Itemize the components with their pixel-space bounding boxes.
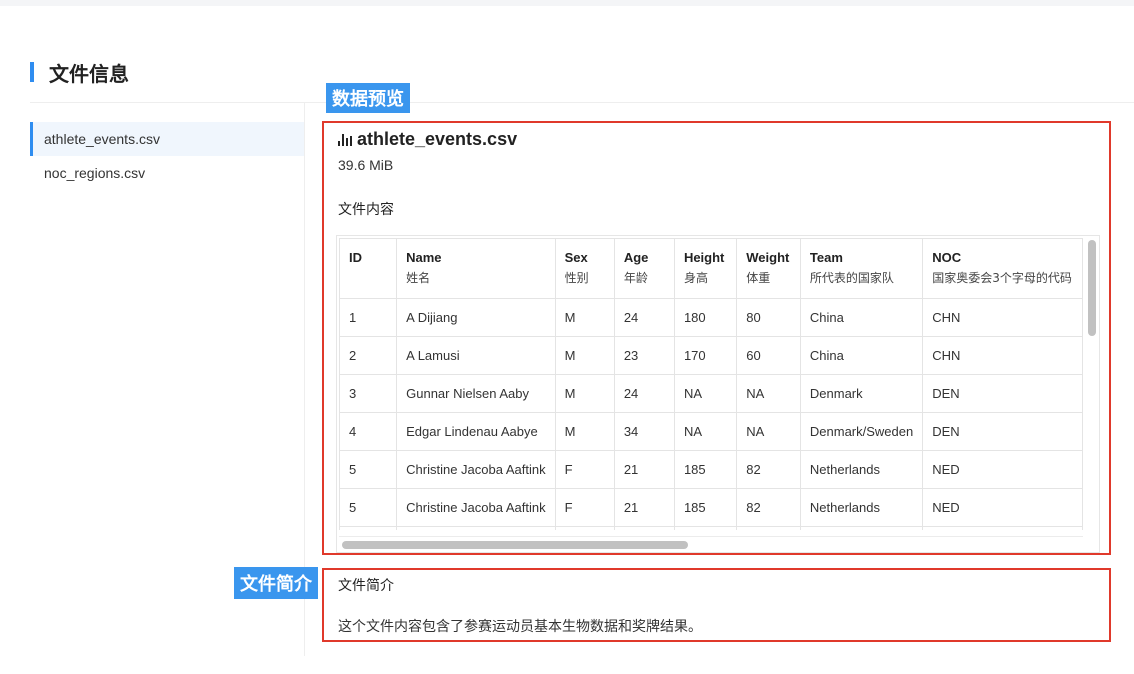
column-header-id: ID <box>339 238 398 299</box>
table-cell: F <box>554 488 615 527</box>
table-cell: NA <box>673 412 738 451</box>
callout-data-preview: 数据预览 <box>326 83 410 113</box>
table-cell: 21 <box>613 450 675 489</box>
table-row: 4 Edgar Lindenau Aabye M 34 NA NA Denmar… <box>339 412 1083 451</box>
table-cell: 80 <box>736 298 801 337</box>
description-text: 这个文件内容包含了参赛运动员基本生物数据和奖牌结果。 <box>338 619 702 635</box>
table-cell: Gunnar Nielsen Aaby <box>396 374 556 413</box>
table-cell: Edgar Lindenau Aabye <box>396 412 556 451</box>
column-header-weight: Weight 体重 <box>736 238 801 299</box>
column-header-age: Age 年龄 <box>613 238 675 299</box>
table-cell: 34 <box>613 412 675 451</box>
table-cell: 60 <box>736 336 801 375</box>
table-cell: CHN <box>922 298 1083 337</box>
horizontal-scroll-thumb[interactable] <box>342 541 688 549</box>
table-cell: NED <box>922 450 1083 489</box>
table-cell: 82 <box>736 450 801 489</box>
section-header: 文件信息 <box>30 60 129 86</box>
file-size: 39.6 MiB <box>338 157 394 173</box>
file-list: athlete_events.csv noc_regions.csv <box>30 122 304 190</box>
table-cell: CHN <box>922 336 1083 375</box>
file-name: athlete_events.csv <box>357 129 518 149</box>
table-cell: 21 <box>613 488 675 527</box>
table-cell: 4 <box>339 412 398 451</box>
table-cell: 185 <box>673 450 738 489</box>
content-title: 文件内容 <box>338 202 394 218</box>
table-cell: NA <box>673 374 738 413</box>
table-cell <box>554 526 615 530</box>
horizontal-scrollbar[interactable] <box>339 536 1083 550</box>
table-cell <box>799 526 924 530</box>
description-title: 文件简介 <box>338 578 394 594</box>
table-cell <box>736 526 801 530</box>
table-cell: A Lamusi <box>396 336 556 375</box>
header-divider <box>30 102 1134 103</box>
data-preview-panel: athlete_events.csv 39.6 MiB 文件内容 ID Name… <box>322 121 1111 555</box>
table-cell: NA <box>736 412 801 451</box>
table-cell: DEN <box>922 374 1083 413</box>
top-bar <box>0 0 1134 6</box>
table-cell: 170 <box>673 336 738 375</box>
table-cell <box>613 526 675 530</box>
table-cell <box>396 526 556 530</box>
file-description-panel: 文件简介 这个文件内容包含了参赛运动员基本生物数据和奖牌结果。 <box>322 568 1111 642</box>
column-header-name: Name 姓名 <box>396 238 556 299</box>
table-row: 5 Christine Jacoba Aaftink F 21 185 82 N… <box>339 488 1083 527</box>
table-cell: NA <box>736 374 801 413</box>
section-title: 文件信息 <box>49 61 129 86</box>
table-cell: 24 <box>613 298 675 337</box>
table-cell: M <box>554 374 615 413</box>
table-cell: M <box>554 336 615 375</box>
column-header-team: Team 所代表的国家队 <box>799 238 924 299</box>
file-item-athlete-events[interactable]: athlete_events.csv <box>30 122 304 156</box>
data-table-container: ID Name 姓名 Sex 性别 Age 年龄 Height 身高 Weight 体重 … <box>336 235 1100 553</box>
table-cell: Denmark <box>799 374 924 413</box>
table-cell: China <box>799 298 924 337</box>
table-cell: Christine Jacoba Aaftink <box>396 488 556 527</box>
file-item-noc-regions[interactable]: noc_regions.csv <box>30 156 304 190</box>
table-cell: 24 <box>613 374 675 413</box>
column-header-sex: Sex 性别 <box>554 238 615 299</box>
table-cell: Netherlands <box>799 450 924 489</box>
vertical-scrollbar[interactable] <box>1085 238 1097 530</box>
table-row: 5 Christine Jacoba Aaftink F 21 185 82 N… <box>339 450 1083 489</box>
table-cell <box>339 526 398 530</box>
table-cell: Christine Jacoba Aaftink <box>396 450 556 489</box>
table-header-row: ID Name 姓名 Sex 性别 Age 年龄 Height 身高 Weight 体重 … <box>339 238 1083 299</box>
table-row <box>339 526 1083 530</box>
table-cell: 82 <box>736 488 801 527</box>
table-cell: F <box>554 450 615 489</box>
table-cell: Denmark/Sweden <box>799 412 924 451</box>
table-row: 2 A Lamusi M 23 170 60 China CHN <box>339 336 1083 375</box>
table-cell: NED <box>922 488 1083 527</box>
table-cell: M <box>554 412 615 451</box>
table-cell: China <box>799 336 924 375</box>
table-cell: 185 <box>673 488 738 527</box>
callout-file-description: 文件简介 <box>234 567 318 599</box>
table-cell: 23 <box>613 336 675 375</box>
table-cell <box>922 526 1083 530</box>
table-row: 3 Gunnar Nielsen Aaby M 24 NA NA Denmark… <box>339 374 1083 413</box>
table-row: 1 A Dijiang M 24 180 80 China CHN <box>339 298 1083 337</box>
table-cell: 3 <box>339 374 398 413</box>
section-accent-bar <box>30 62 34 82</box>
table-cell: 1 <box>339 298 398 337</box>
table-cell: 180 <box>673 298 738 337</box>
vertical-scroll-thumb[interactable] <box>1088 240 1096 336</box>
table-cell: 5 <box>339 488 398 527</box>
table-cell: 5 <box>339 450 398 489</box>
table-cell <box>673 526 738 530</box>
bar-chart-icon <box>338 133 352 146</box>
table-cell: 2 <box>339 336 398 375</box>
table-cell: DEN <box>922 412 1083 451</box>
table-cell: M <box>554 298 615 337</box>
data-table: ID Name 姓名 Sex 性别 Age 年龄 Height 身高 Weight 体重 … <box>339 238 1083 530</box>
file-heading: athlete_events.csv <box>338 129 517 150</box>
table-cell: Netherlands <box>799 488 924 527</box>
column-header-height: Height 身高 <box>673 238 738 299</box>
table-cell: A Dijiang <box>396 298 556 337</box>
column-header-noc: NOC 国家奥委会3个字母的代码 <box>922 238 1083 299</box>
data-table-viewport: ID Name 姓名 Sex 性别 Age 年龄 Height 身高 Weight 体重 … <box>339 238 1083 530</box>
